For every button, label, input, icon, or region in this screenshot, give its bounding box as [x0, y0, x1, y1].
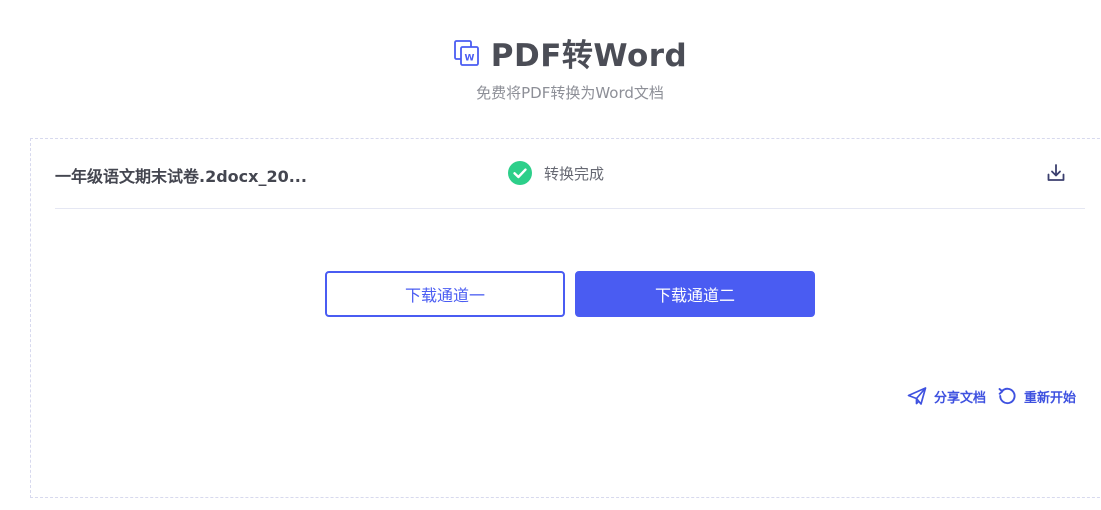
conversion-status: 转换完成 — [508, 161, 604, 185]
share-document-label: 分享文档 — [934, 390, 987, 406]
file-name: 一年级语文期末试卷.2docx_20... — [55, 167, 307, 186]
page-title: PDF转Word — [490, 38, 688, 74]
svg-text:W: W — [464, 53, 474, 63]
paper-plane-icon — [907, 387, 927, 405]
download-channel-two-button[interactable]: 下载通道二 — [575, 271, 815, 317]
download-icon[interactable] — [1045, 162, 1067, 184]
file-row: 一年级语文期末试卷.2docx_20... 转换完成 — [55, 139, 1085, 209]
restart-label: 重新开始 — [1024, 390, 1077, 406]
action-links: 分享文档 重新开始 — [906, 385, 1076, 407]
restart-button[interactable]: 重新开始 — [996, 385, 1076, 407]
status-text: 转换完成 — [544, 164, 605, 183]
page-subtitle: 免费将PDF转换为Word文档 — [476, 84, 664, 102]
download-channel-one-button[interactable]: 下载通道一 — [325, 271, 565, 317]
share-document-button[interactable]: 分享文档 — [906, 385, 986, 407]
title-row: W PDF转Word — [0, 30, 1101, 75]
check-circle-icon — [508, 161, 532, 185]
word-file-icon: W — [453, 39, 479, 66]
conversion-panel: 一年级语文期末试卷.2docx_20... 转换完成 下载通道一 下载通道二 分… — [30, 138, 1101, 498]
refresh-icon — [998, 387, 1016, 405]
page-header: W PDF转Word 免费将PDF转换为Word文档 — [0, 0, 1101, 130]
